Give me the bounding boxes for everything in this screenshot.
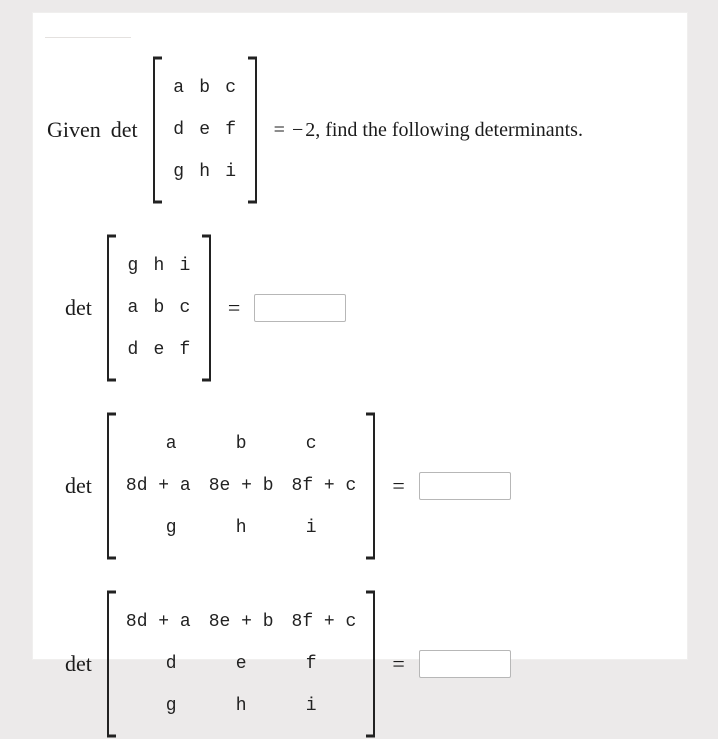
matrix-cell: b (198, 79, 212, 97)
matrix-2-body: a b c 8d + a 8e + b 8f + c g h i (118, 411, 364, 561)
matrix-cell: i (178, 257, 192, 275)
matrix-cell: i (285, 519, 337, 537)
matrix-2-row-0: a b c (126, 423, 356, 465)
given-suffix: , find the following determinants. (315, 119, 583, 141)
given-after: = −2, find the following determinants. (274, 119, 583, 142)
right-bracket-icon (364, 411, 378, 561)
matrix-cell: h (152, 257, 166, 275)
left-bracket-icon (104, 233, 118, 383)
matrix-3-row-2: g h i (126, 685, 356, 727)
matrix-cell: 8e + b (209, 613, 274, 631)
matrix-cell: c (285, 435, 337, 453)
given-prefix: Given (47, 117, 101, 143)
matrix-cell: b (152, 299, 166, 317)
matrix-cell: 8e + b (209, 477, 274, 495)
matrix-cell: 8f + c (292, 613, 357, 631)
matrix-cell: d (145, 655, 197, 673)
left-bracket-icon (104, 411, 118, 561)
matrix-3-row-0: 8d + a 8e + b 8f + c (126, 601, 356, 643)
right-bracket-icon (246, 55, 260, 205)
matrix-cell: g (145, 697, 197, 715)
matrix-3-body: 8d + a 8e + b 8f + c d e f g h i (118, 589, 364, 739)
right-bracket-icon (364, 589, 378, 739)
equals-sign-3: = (392, 651, 404, 677)
matrix-given-row-1: d e f (172, 109, 238, 151)
matrix-cell: 8f + c (292, 477, 357, 495)
matrix-cell: 8d + a (126, 477, 191, 495)
given-row: Given det a b c d e f (47, 55, 673, 205)
matrix-given-body: a b c d e f g h i (164, 55, 246, 205)
matrix-2-row-1: 8d + a 8e + b 8f + c (126, 465, 356, 507)
det-label-3: det (65, 651, 92, 677)
matrix-cell: c (178, 299, 192, 317)
minus-sign: − (292, 119, 303, 141)
matrix-cell: f (285, 655, 337, 673)
matrix-1-row-0: g h i (126, 245, 192, 287)
matrix-cell: h (215, 519, 267, 537)
matrix-cell: a (145, 435, 197, 453)
matrix-cell: b (215, 435, 267, 453)
matrix-cell: e (198, 121, 212, 139)
matrix-cell: c (224, 79, 238, 97)
page: Given det a b c d e f (0, 0, 718, 682)
equals-sign: = (274, 119, 285, 141)
matrix-cell: f (224, 121, 238, 139)
matrix-2-row-2: g h i (126, 507, 356, 549)
left-bracket-icon (150, 55, 164, 205)
matrix-cell: d (172, 121, 186, 139)
matrix-1-body: g h i a b c d e f (118, 233, 200, 383)
left-bracket-icon (104, 589, 118, 739)
matrix-1-row-1: a b c (126, 287, 192, 329)
matrix-3: 8d + a 8e + b 8f + c d e f g h i (104, 589, 378, 739)
matrix-cell: 8d + a (126, 613, 191, 631)
question-id-label (45, 19, 131, 38)
question-card: Given det a b c d e f (32, 12, 688, 660)
given-value: 2 (305, 119, 315, 141)
matrix-2: a b c 8d + a 8e + b 8f + c g h i (104, 411, 378, 561)
matrix-cell: e (152, 341, 166, 359)
answer-input-2[interactable] (419, 472, 511, 500)
matrix-3-row-1: d e f (126, 643, 356, 685)
right-bracket-icon (200, 233, 214, 383)
matrix-cell: f (178, 341, 192, 359)
matrix-1: g h i a b c d e f (104, 233, 214, 383)
matrix-given-row-0: a b c (172, 67, 238, 109)
equals-sign-2: = (392, 473, 404, 499)
matrix-1-row-2: d e f (126, 329, 192, 371)
matrix-cell: g (126, 257, 140, 275)
matrix-cell: a (126, 299, 140, 317)
answer-input-1[interactable] (254, 294, 346, 322)
det-label-given: det (111, 117, 138, 143)
matrix-cell: i (224, 163, 238, 181)
problem-row-1: det g h i a b c d e (55, 233, 673, 383)
matrix-cell: g (172, 163, 186, 181)
matrix-cell: d (126, 341, 140, 359)
matrix-given: a b c d e f g h i (150, 55, 260, 205)
problem-row-2: det a b c 8d + a 8e + b 8f + c g (55, 411, 673, 561)
matrix-cell: i (285, 697, 337, 715)
det-label-2: det (65, 473, 92, 499)
matrix-given-row-2: g h i (172, 151, 238, 193)
equals-sign-1: = (228, 295, 240, 321)
problem-row-3: det 8d + a 8e + b 8f + c d e f g (55, 589, 673, 739)
matrix-cell: g (145, 519, 197, 537)
answer-input-3[interactable] (419, 650, 511, 678)
matrix-cell: h (215, 697, 267, 715)
matrix-cell: a (172, 79, 186, 97)
matrix-cell: e (215, 655, 267, 673)
matrix-cell: h (198, 163, 212, 181)
det-label-1: det (65, 295, 92, 321)
